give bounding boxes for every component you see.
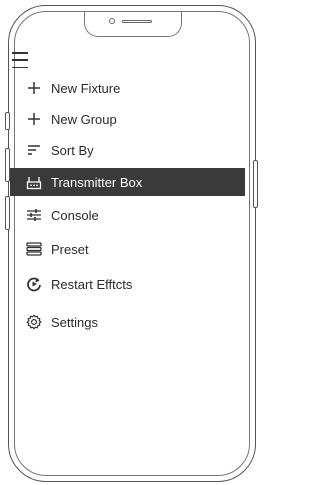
menu-item-preset[interactable]: Preset <box>14 235 248 263</box>
menu-item-console[interactable]: Console <box>14 201 248 229</box>
gear-icon <box>24 312 44 332</box>
sort-icon <box>24 140 44 160</box>
menu-item-label: Preset <box>51 241 89 257</box>
menu-item-label: Settings <box>51 314 98 330</box>
side-button-left-low <box>5 196 10 230</box>
menu-item-new-fixture[interactable]: New Fixture <box>14 74 248 102</box>
menu-item-label: Sort By <box>51 142 94 158</box>
side-button-right <box>253 160 258 208</box>
speaker-grille <box>122 20 152 23</box>
plus-icon <box>24 109 44 129</box>
plus-icon <box>24 78 44 98</box>
preset-icon <box>24 239 44 259</box>
menu-item-label: New Group <box>51 111 117 127</box>
hamburger-line <box>12 59 28 61</box>
menu-item-transmitter-box[interactable]: Transmitter Box <box>10 168 245 196</box>
hamburger-line <box>12 66 28 68</box>
camera-icon <box>109 18 115 24</box>
hamburger-icon[interactable] <box>12 52 28 68</box>
notch <box>84 12 182 37</box>
menu-item-label: Console <box>51 207 99 223</box>
side-button-left-top <box>5 112 10 130</box>
menu-item-sort-by[interactable]: Sort By <box>14 136 248 164</box>
sliders-icon <box>24 205 44 225</box>
menu-item-restart-effects[interactable]: Restart Efftcts <box>14 270 248 298</box>
restart-icon <box>24 274 44 294</box>
menu-item-label: New Fixture <box>51 80 121 96</box>
menu-item-new-group[interactable]: New Group <box>14 105 248 133</box>
transmitter-box-icon <box>24 172 44 192</box>
hamburger-line <box>12 52 28 54</box>
menu-item-label: Restart Efftcts <box>51 276 133 292</box>
menu-item-label: Transmitter Box <box>51 174 143 190</box>
menu-item-settings[interactable]: Settings <box>14 308 248 336</box>
